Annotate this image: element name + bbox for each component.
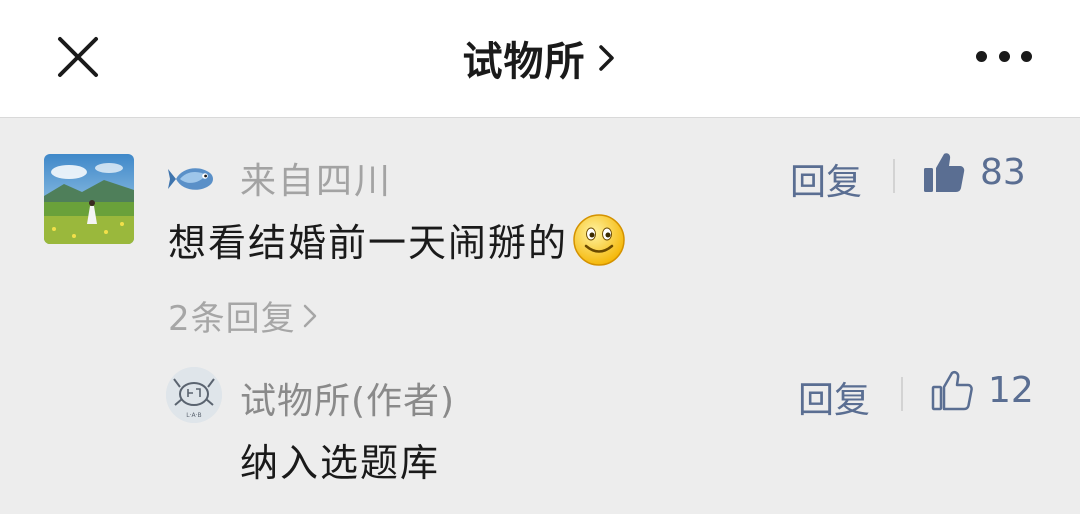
more-icon-dot: [1021, 50, 1032, 62]
more-icon-dot: [976, 50, 987, 62]
comment-text: 想看结婚前一天闹掰的: [168, 212, 626, 267]
avatar-logo-text: L·A·B: [186, 412, 201, 419]
reply-text: 纳入选题库: [240, 441, 441, 485]
fish-icon: [168, 168, 213, 190]
like-count: 12: [988, 369, 1034, 411]
location-label: 来自四川: [240, 161, 393, 202]
comment-body: 想看结婚前一天闹掰的: [168, 221, 569, 265]
chevron-right-icon: [303, 304, 316, 327]
avatar[interactable]: [44, 154, 134, 244]
thumbs-up-outline-icon: [931, 370, 973, 411]
view-replies-link[interactable]: 2条回复: [168, 291, 318, 340]
more-icon-dot: [998, 50, 1010, 62]
account-title-link[interactable]: 试物所: [0, 30, 1080, 86]
like-button[interactable]: 83: [922, 147, 1026, 197]
reply-button[interactable]: 回复: [798, 371, 870, 423]
comment-item: 来自四川 回复 83 想看结婚前一天闹掰的 2条回复 L·A·B 试物所(作者)…: [0, 119, 1080, 514]
more-button[interactable]: [976, 44, 1032, 68]
like-count: 83: [980, 151, 1026, 193]
divider: [901, 377, 903, 411]
reply-button[interactable]: 回复: [790, 153, 862, 205]
divider: [893, 159, 895, 193]
like-button[interactable]: 12: [930, 365, 1034, 415]
top-bar: 试物所: [0, 0, 1080, 118]
replies-count: 2条回复: [168, 299, 296, 339]
smiley-emoji-icon: [573, 213, 625, 266]
thumbs-up-icon: [924, 153, 965, 192]
author-avatar[interactable]: L·A·B: [166, 367, 222, 423]
page-title: 试物所: [462, 39, 586, 85]
chevron-right-icon: [598, 45, 614, 71]
author-name: 试物所(作者): [240, 381, 456, 422]
